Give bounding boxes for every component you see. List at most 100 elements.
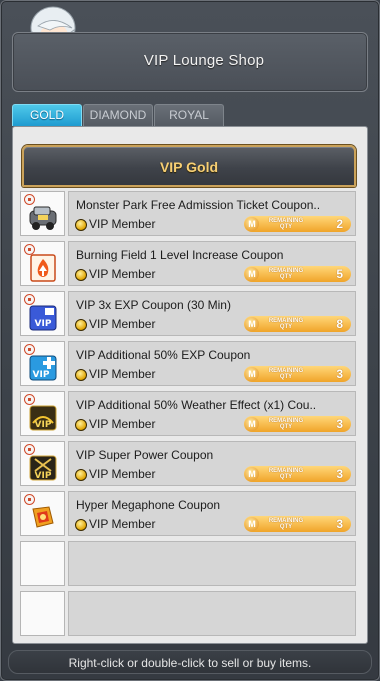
tier-label: VIP Member [89, 217, 156, 231]
item-slot[interactable] [20, 191, 65, 236]
item-slot[interactable]: VIP [20, 391, 65, 436]
item-info[interactable]: Burning Field 1 Level Increase Coupon VI… [68, 241, 356, 286]
tier-label: VIP Member [89, 267, 156, 281]
meso-coin-icon: M [245, 317, 259, 331]
item-slot[interactable] [20, 491, 65, 536]
empty-item-slot [20, 591, 65, 636]
megaphone-coupon-icon [32, 506, 54, 528]
remaining-value: 5 [336, 267, 343, 281]
vip-badge-icon [75, 269, 87, 281]
remaining-qty-pill: M REMAINING QTY 8 [244, 316, 351, 332]
remaining-label: REMAINING QTY [268, 368, 304, 380]
item-info[interactable]: VIP Additional 50% EXP Coupon VIP Member… [68, 341, 356, 386]
item-name: Burning Field 1 Level Increase Coupon [76, 248, 284, 262]
tier-label: VIP Member [89, 367, 156, 381]
empty-list-item [20, 541, 357, 586]
list-item[interactable]: Burning Field 1 Level Increase Coupon VI… [20, 241, 357, 286]
tab-diamond[interactable]: DIAMOND [83, 104, 153, 126]
vip-badge-icon [75, 219, 87, 231]
item-name: VIP 3x EXP Coupon (30 Min) [76, 298, 231, 312]
meso-coin-icon: M [245, 217, 259, 231]
item-slot[interactable] [20, 241, 65, 286]
item-name: VIP Super Power Coupon [76, 448, 214, 462]
footer-hint: Right-click or double-click to sell or b… [68, 656, 312, 670]
remaining-qty-pill: M REMAINING QTY 2 [244, 216, 351, 232]
list-item[interactable]: VIP VIP Additional 50% EXP Coupon VIP Me… [20, 341, 357, 386]
vip-badge-icon [75, 319, 87, 331]
item-info[interactable]: VIP Additional 50% Weather Effect (x1) C… [68, 391, 356, 436]
list-item[interactable]: VIP VIP Super Power Coupon VIP Member M … [20, 441, 357, 486]
empty-item-info [68, 591, 356, 636]
remaining-value: 3 [336, 467, 343, 481]
remaining-qty-pill: M REMAINING QTY 3 [244, 466, 351, 482]
remaining-value: 3 [336, 367, 343, 381]
category-header: VIP Gold [22, 145, 356, 187]
tier-label: VIP Member [89, 417, 156, 431]
remaining-label: REMAINING QTY [268, 518, 304, 530]
vip-weather-coupon-icon: VIP [29, 405, 57, 431]
fire-coupon-icon [30, 254, 56, 282]
vip-plus-coupon-icon: VIP [29, 355, 57, 381]
item-slot[interactable]: VIP [20, 291, 65, 336]
remaining-value: 2 [336, 217, 343, 231]
item-name: VIP Additional 50% Weather Effect (x1) C… [76, 398, 317, 412]
remaining-label: REMAINING QTY [268, 468, 304, 480]
car-coupon-icon [29, 206, 57, 230]
remaining-value: 3 [336, 417, 343, 431]
remaining-qty-pill: M REMAINING QTY 3 [244, 416, 351, 432]
meso-coin-icon: M [245, 517, 259, 531]
footer-hint-bar: Right-click or double-click to sell or b… [8, 650, 372, 674]
meso-coin-icon: M [245, 267, 259, 281]
item-list: Monster Park Free Admission Ticket Coupo… [20, 191, 357, 641]
vip-badge-icon [75, 469, 87, 481]
vip-power-coupon-icon: VIP [29, 455, 57, 481]
item-info[interactable]: VIP 3x EXP Coupon (30 Min) VIP Member M … [68, 291, 356, 336]
shop-title: VIP Lounge Shop [143, 52, 265, 69]
remaining-label: REMAINING QTY [268, 418, 304, 430]
remaining-qty-pill: M REMAINING QTY 3 [244, 366, 351, 382]
meso-coin-icon: M [245, 367, 259, 381]
list-item[interactable]: VIP VIP 3x EXP Coupon (30 Min) VIP Membe… [20, 291, 357, 336]
tier-label: VIP Member [89, 317, 156, 331]
item-name: VIP Additional 50% EXP Coupon [76, 348, 251, 362]
remaining-label: REMAINING QTY [268, 218, 304, 230]
item-slot[interactable]: VIP [20, 341, 65, 386]
list-item[interactable]: Hyper Megaphone Coupon VIP Member M REMA… [20, 491, 357, 536]
empty-item-slot [20, 541, 65, 586]
vip-badge-icon [75, 419, 87, 431]
svg-text:VIP: VIP [35, 471, 52, 481]
tab-gold[interactable]: GOLD [12, 104, 82, 126]
svg-text:VIP: VIP [33, 370, 50, 380]
svg-text:VIP: VIP [35, 420, 52, 430]
tab-royal[interactable]: ROYAL [154, 104, 224, 126]
tier-label: VIP Member [89, 517, 156, 531]
item-slot[interactable]: VIP [20, 441, 65, 486]
empty-list-item [20, 591, 357, 636]
category-title: VIP Gold [159, 159, 219, 175]
vip-badge-icon [75, 519, 87, 531]
remaining-qty-pill: M REMAINING QTY 5 [244, 266, 351, 282]
item-name: Monster Park Free Admission Ticket Coupo… [76, 198, 321, 212]
tier-tabs: GOLD DIAMOND ROYAL [12, 104, 224, 126]
remaining-label: REMAINING QTY [268, 268, 304, 280]
svg-text:VIP: VIP [35, 319, 52, 329]
vip-badge-icon [75, 369, 87, 381]
remaining-qty-pill: M REMAINING QTY 3 [244, 516, 351, 532]
empty-item-info [68, 541, 356, 586]
shop-title-bar: VIP Lounge Shop [12, 32, 368, 92]
meso-coin-icon: M [245, 467, 259, 481]
remaining-label: REMAINING QTY [268, 318, 304, 330]
item-info[interactable]: Monster Park Free Admission Ticket Coupo… [68, 191, 356, 236]
item-name: Hyper Megaphone Coupon [76, 498, 221, 512]
item-info[interactable]: VIP Super Power Coupon VIP Member M REMA… [68, 441, 356, 486]
item-info[interactable]: Hyper Megaphone Coupon VIP Member M REMA… [68, 491, 356, 536]
remaining-value: 3 [336, 517, 343, 531]
list-item[interactable]: Monster Park Free Admission Ticket Coupo… [20, 191, 357, 236]
meso-coin-icon: M [245, 417, 259, 431]
list-item[interactable]: VIP VIP Additional 50% Weather Effect (x… [20, 391, 357, 436]
item-panel: VIP Gold Monster Park Free Admission Tic… [12, 126, 368, 644]
tier-label: VIP Member [89, 467, 156, 481]
vip-exp-coupon-icon: VIP [29, 305, 57, 331]
vip-shop-window: VIP Lounge Shop GOLD DIAMOND ROYAL VIP G… [0, 0, 380, 681]
remaining-value: 8 [336, 317, 343, 331]
